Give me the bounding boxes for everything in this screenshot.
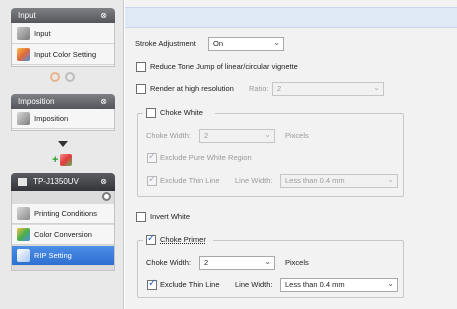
chevron-down-icon: ⌄	[387, 279, 394, 288]
exclude-pure-white-checkbox[interactable]: ✓	[147, 151, 157, 163]
sidebar-item-printing-conditions[interactable]: Printing Conditions	[12, 204, 114, 224]
input-panel-title: Input	[18, 11, 36, 20]
settings-header-bar	[125, 7, 457, 28]
add-printer-control[interactable]: +	[52, 152, 73, 168]
printer-panel-header[interactable]: TP-J1350UV ⊗	[11, 173, 115, 191]
printer-panel-title: TP-J1350UV	[33, 177, 79, 186]
choke-primer-width-value: 2	[204, 258, 209, 267]
choke-primer-line-width-select[interactable]: Less than 0.4 mm ⌄	[280, 278, 398, 292]
choke-white-unit-label: Pixcels	[285, 131, 309, 140]
status-circle-icon	[65, 72, 75, 82]
printer-panel: Printing Conditions Color Conversion RIP…	[11, 191, 115, 271]
chevron-down-icon: ⌄	[264, 130, 271, 139]
sidebar-item-input-color-setting[interactable]: Input Color Setting	[12, 45, 114, 65]
choke-primer-line-width-label: Line Width:	[235, 280, 273, 289]
invert-white-label: Invert White	[150, 212, 191, 221]
choke-white-width-label: Choke Width:	[146, 131, 192, 140]
exclude-pure-white-label: Exclude Pure White Region	[160, 153, 252, 162]
render-high-res-checkbox[interactable]	[136, 84, 146, 94]
reduce-tone-jump-checkbox[interactable]	[136, 62, 146, 72]
workflow-sidebar: Input ⊗ Input Input Color Setting Imposi…	[0, 0, 124, 309]
choke-primer-width-label: Choke Width:	[146, 258, 192, 267]
sidebar-item-color-conversion[interactable]: Color Conversion	[12, 225, 114, 245]
rip-setting-icon	[17, 249, 30, 262]
sidebar-item-rip-setting[interactable]: RIP Setting	[12, 246, 114, 266]
choke-white-checkbox[interactable]	[146, 108, 156, 118]
chevron-down-icon: ⌄	[273, 38, 280, 47]
color-setting-icon	[17, 48, 30, 61]
chevron-down-icon: ⌄	[264, 257, 271, 266]
imposition-panel-title: Imposition	[18, 97, 55, 106]
color-conversion-icon	[17, 228, 30, 241]
choke-white-width-select[interactable]: 2 ⌄	[199, 129, 275, 143]
choke-white-exclude-thin-line-label: Exclude Thin Line	[160, 176, 220, 185]
reduce-tone-jump-label: Reduce Tone Jump of linear/circular vign…	[150, 62, 298, 71]
input-panel: Input Input Color Setting	[11, 23, 115, 67]
choke-white-line-width-label: Line Width:	[235, 176, 273, 185]
choke-white-width-value: 2	[204, 131, 209, 140]
sidebar-item-label: Imposition	[34, 114, 69, 123]
chevron-down-icon: ⌄	[373, 83, 380, 92]
ratio-select[interactable]: 2 ⌄	[272, 82, 384, 96]
choke-white-line-width-value: Less than 0.4 mm	[285, 176, 345, 185]
collapse-icon[interactable]: ⊗	[100, 173, 107, 191]
rip-settings-panel: Stroke Adjustment On ⌄ Reduce Tone Jump …	[125, 0, 457, 309]
printer-icon	[18, 177, 27, 186]
choke-primer-checkbox[interactable]: ✓	[146, 233, 156, 245]
plus-icon[interactable]: +	[52, 154, 58, 166]
ratio-label: Ratio:	[249, 84, 269, 93]
choke-primer-label: Choke Primer	[160, 235, 206, 244]
printing-conditions-icon	[17, 207, 30, 220]
choke-white-line-width-select[interactable]: Less than 0.4 mm ⌄	[280, 174, 398, 188]
choke-primer-line-width-value: Less than 0.4 mm	[285, 280, 345, 289]
status-circle-icon	[50, 72, 60, 82]
sidebar-item-label: Color Conversion	[34, 230, 92, 239]
choke-primer-legend: ✓ Choke Primer	[143, 233, 213, 246]
choke-white-label: Choke White	[160, 108, 203, 117]
imposition-icon	[17, 112, 30, 125]
stroke-adjustment-label: Stroke Adjustment	[135, 39, 196, 48]
sidebar-item-label: RIP Setting	[34, 251, 72, 260]
collapse-icon[interactable]: ⊗	[100, 94, 107, 109]
sidebar-item-label: Input Color Setting	[34, 50, 97, 59]
arrow-down-icon	[58, 141, 68, 147]
printer-add-icon[interactable]	[60, 154, 73, 166]
sidebar-item-input[interactable]: Input	[12, 24, 114, 44]
stroke-adjustment-select[interactable]: On ⌄	[208, 37, 284, 51]
ratio-value: 2	[277, 84, 282, 93]
imposition-panel-header[interactable]: Imposition ⊗	[11, 94, 115, 109]
choke-white-exclude-thin-line-checkbox[interactable]: ✓	[147, 174, 157, 186]
settings-gear-icon[interactable]	[102, 192, 111, 201]
choke-primer-width-select[interactable]: 2 ⌄	[199, 256, 275, 270]
choke-primer-exclude-thin-line-checkbox[interactable]: ✓	[147, 278, 157, 290]
choke-primer-unit-label: Pixcels	[285, 258, 309, 267]
render-high-res-label: Render at high resolution	[150, 84, 234, 93]
chevron-down-icon: ⌄	[387, 175, 394, 184]
input-icon	[17, 27, 30, 40]
sidebar-item-label: Printing Conditions	[34, 209, 97, 218]
invert-white-checkbox[interactable]	[136, 212, 146, 222]
sidebar-item-imposition[interactable]: Imposition	[12, 109, 114, 129]
choke-primer-exclude-thin-line-label: Exclude Thin Line	[160, 280, 220, 289]
collapse-icon[interactable]: ⊗	[100, 8, 107, 23]
input-panel-header[interactable]: Input ⊗	[11, 8, 115, 23]
choke-white-legend: Choke White	[143, 107, 215, 119]
imposition-panel: Imposition	[11, 109, 115, 131]
sidebar-item-label: Input	[34, 29, 51, 38]
stroke-adjustment-value: On	[213, 39, 224, 48]
